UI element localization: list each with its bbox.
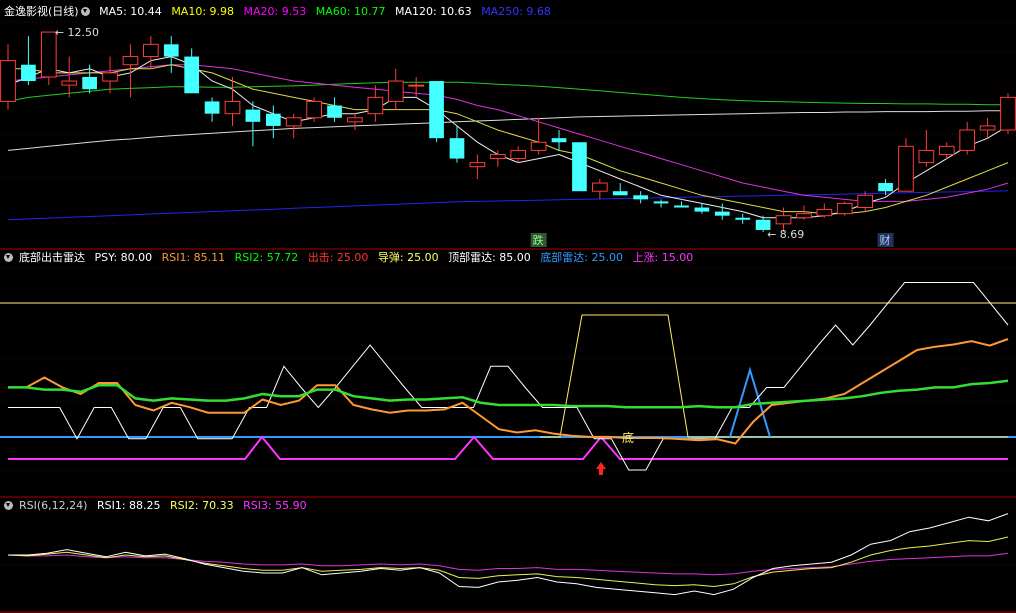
candle-body-down xyxy=(653,201,669,204)
candle-body-up xyxy=(898,145,914,192)
legend-rsi2: RSI2: 57.72 xyxy=(234,251,299,264)
legend-ma60: MA60: 10.77 xyxy=(315,5,386,18)
bottom-label: 底 xyxy=(622,430,634,445)
legend-psy: PSY: 80.00 xyxy=(94,251,153,264)
missile-line xyxy=(540,314,1008,438)
mid-panel-header: 底部出击雷达 PSY: 80.00 RSI1: 85.11 RSI2: 57.7… xyxy=(4,251,699,265)
rsi-line-rsi1 xyxy=(8,513,1009,596)
candle-body-down xyxy=(694,207,710,212)
candle-body-up xyxy=(143,43,159,58)
candle-body-up xyxy=(959,129,976,151)
main-panel-title[interactable]: 金逸影视(日线) xyxy=(4,5,79,18)
attack-arrow-icon xyxy=(596,462,606,475)
high-price-label: ← 12.50 xyxy=(55,26,99,39)
legend-missile: 导弹: 25.00 xyxy=(377,251,439,264)
candle-body-up xyxy=(122,56,139,66)
legend-rsi-1: RSI1: 88.25 xyxy=(96,499,161,512)
low-price-label: ← 8.69 xyxy=(767,228,804,241)
candle-body-up xyxy=(938,145,955,155)
candle-body-down xyxy=(82,76,97,90)
candle-body-down xyxy=(551,138,567,143)
candle-body-up xyxy=(591,182,608,192)
candle-body-down xyxy=(878,183,893,192)
candle-body-up xyxy=(530,141,547,151)
candle-body-down xyxy=(184,56,200,94)
candle-body-down xyxy=(633,195,648,200)
psy-line xyxy=(8,282,1009,471)
candle-body-down xyxy=(265,113,281,126)
candle-body-down xyxy=(572,142,587,192)
candle-body-up xyxy=(979,125,996,131)
candle-body-up xyxy=(816,209,833,217)
moving-average-ma60 xyxy=(7,81,1008,106)
candle-body-down xyxy=(163,44,179,57)
candle-body-up xyxy=(306,100,322,119)
rsi1-orange-line xyxy=(8,338,1009,445)
legend-top-radar: 顶部雷达: 85.00 xyxy=(448,251,531,264)
candle-body-up xyxy=(387,80,404,102)
candle-body-up xyxy=(224,100,241,115)
mid-panel-title[interactable]: 底部出击雷达 xyxy=(19,251,85,264)
candle-body-up xyxy=(469,162,486,168)
candle-body-down xyxy=(714,211,730,216)
candle-body-up xyxy=(1000,96,1016,131)
candle-body-down xyxy=(204,101,220,114)
dropdown-icon[interactable] xyxy=(4,253,13,262)
dropdown-icon[interactable] xyxy=(4,501,13,510)
legend-bottom-radar: 底部雷达: 25.00 xyxy=(540,251,624,264)
rsi-panel-title[interactable]: RSI(6,12,24) xyxy=(19,499,87,512)
main-panel-header: 金逸影视(日线) MA5: 10.44 MA10: 9.98 MA20: 9.5… xyxy=(4,5,557,19)
candle-body-up xyxy=(510,149,527,160)
legend-rsi-2: RSI2: 70.33 xyxy=(170,499,234,512)
candle-body-up xyxy=(857,194,873,209)
tag-finance: 财 xyxy=(880,233,891,247)
candle-body-up xyxy=(367,96,384,115)
legend-rise: 上涨: 15.00 xyxy=(632,251,694,264)
candle-body-up xyxy=(61,80,78,86)
candle-body-down xyxy=(21,64,36,82)
candle-body-up xyxy=(775,215,792,225)
rsi-panel-header: RSI(6,12,24) RSI1: 88.25 RSI2: 70.33 RSI… xyxy=(4,499,313,513)
stock-chart-window: ← 12.50 ← 8.69 跌 财底 金逸影视(日线) MA5: 10.44 MA1… xyxy=(0,0,1016,613)
candle-body-up xyxy=(285,117,302,127)
candle-body-up xyxy=(836,202,853,215)
legend-ma20: MA20: 9.53 xyxy=(243,5,307,18)
legend-ma5: MA5: 10.44 xyxy=(99,5,162,18)
candle-body-down xyxy=(429,81,444,139)
candle-body-up xyxy=(0,60,16,102)
dropdown-icon[interactable] xyxy=(80,7,90,16)
legend-rsi-3: RSI3: 55.90 xyxy=(243,499,307,512)
candle-body-down xyxy=(449,138,465,159)
candle-body-down xyxy=(735,217,751,220)
legend-ma120: MA120: 10.63 xyxy=(394,5,472,18)
candle-body-up xyxy=(796,213,812,219)
candle-body-up xyxy=(408,84,425,87)
rsi-line-rsi2 xyxy=(7,536,1009,588)
legend-attack: 出击: 25.00 xyxy=(307,251,369,264)
moving-average-ma120 xyxy=(7,110,1008,151)
candle-body-up xyxy=(102,72,118,82)
candle-body-down xyxy=(674,205,689,208)
candle-body-down xyxy=(327,105,342,118)
legend-rsi1: RSI1: 85.11 xyxy=(161,251,226,264)
legend-ma250: MA250: 9.68 xyxy=(481,5,551,18)
candle-body-up xyxy=(347,117,363,123)
tag-fall: 跌 xyxy=(533,233,544,247)
candle-body-up xyxy=(918,149,935,164)
legend-ma10: MA10: 9.98 xyxy=(171,5,235,18)
candle-body-down xyxy=(245,109,261,122)
candle-body-up xyxy=(489,153,506,160)
chart-canvas: ← 12.50 ← 8.69 跌 财底 xyxy=(0,21,1016,613)
candle-body-down xyxy=(612,191,628,196)
